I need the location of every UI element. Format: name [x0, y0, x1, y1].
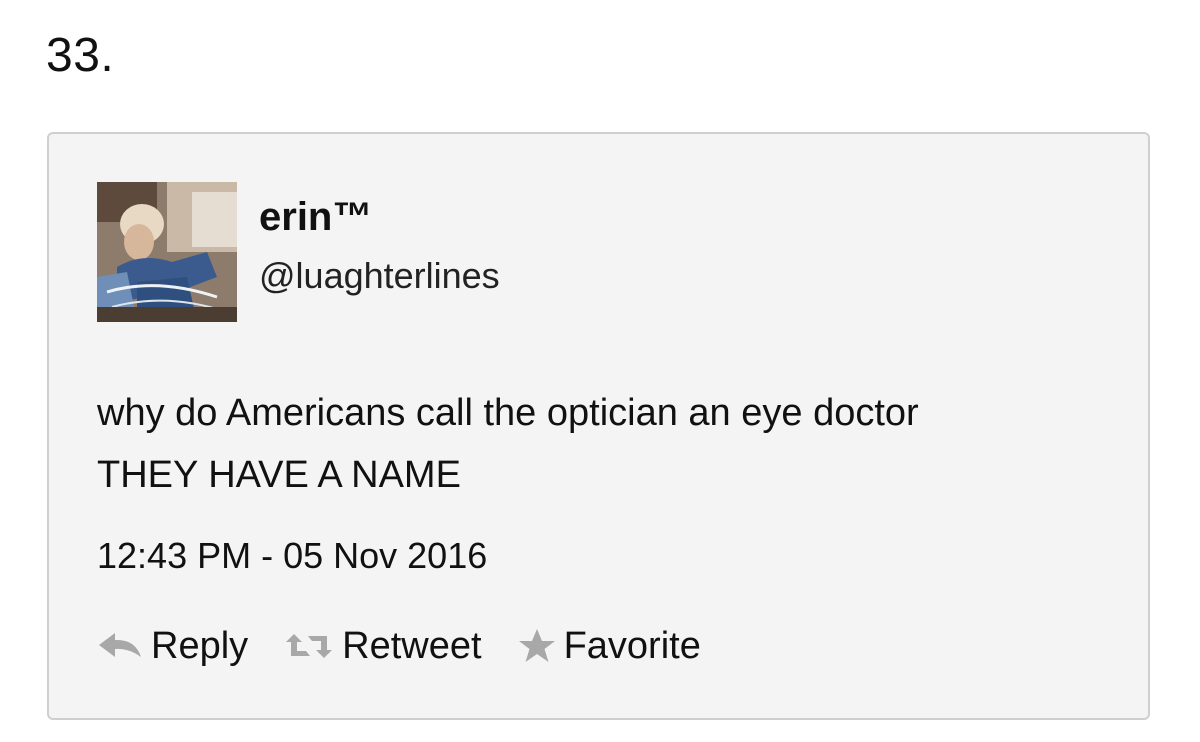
favorite-label: Favorite: [563, 624, 701, 667]
tweet-text: why do Americans call the optician an ey…: [97, 382, 1127, 506]
tweet-text-line-1: why do Americans call the optician an ey…: [97, 392, 919, 434]
list-number: 33.: [46, 29, 115, 82]
reply-label: Reply: [151, 624, 249, 667]
tweet-timestamp[interactable]: 12:43 PM - 05 Nov 2016: [97, 534, 487, 578]
avatar-photo: [97, 182, 237, 322]
retweet-button[interactable]: Retweet: [284, 624, 482, 668]
tweet-text-line-2: THEY HAVE A NAME: [97, 454, 461, 496]
reply-button[interactable]: Reply: [97, 625, 248, 668]
retweet-label: Retweet: [342, 624, 482, 667]
favorite-button[interactable]: Favorite: [518, 625, 701, 668]
reply-icon: [97, 631, 143, 661]
avatar[interactable]: [97, 182, 237, 322]
display-name[interactable]: erin™: [259, 194, 372, 240]
user-handle[interactable]: @luaghterlines: [259, 254, 500, 298]
tweet-card: erin™ @luaghterlines why do Americans ca…: [47, 132, 1150, 720]
page: 33. erin™ @luaghterlines why do American…: [0, 0, 1200, 742]
star-icon: [518, 628, 556, 664]
tweet-actions: Reply Retweet Favorite: [97, 622, 737, 670]
retweet-icon: [284, 630, 334, 662]
